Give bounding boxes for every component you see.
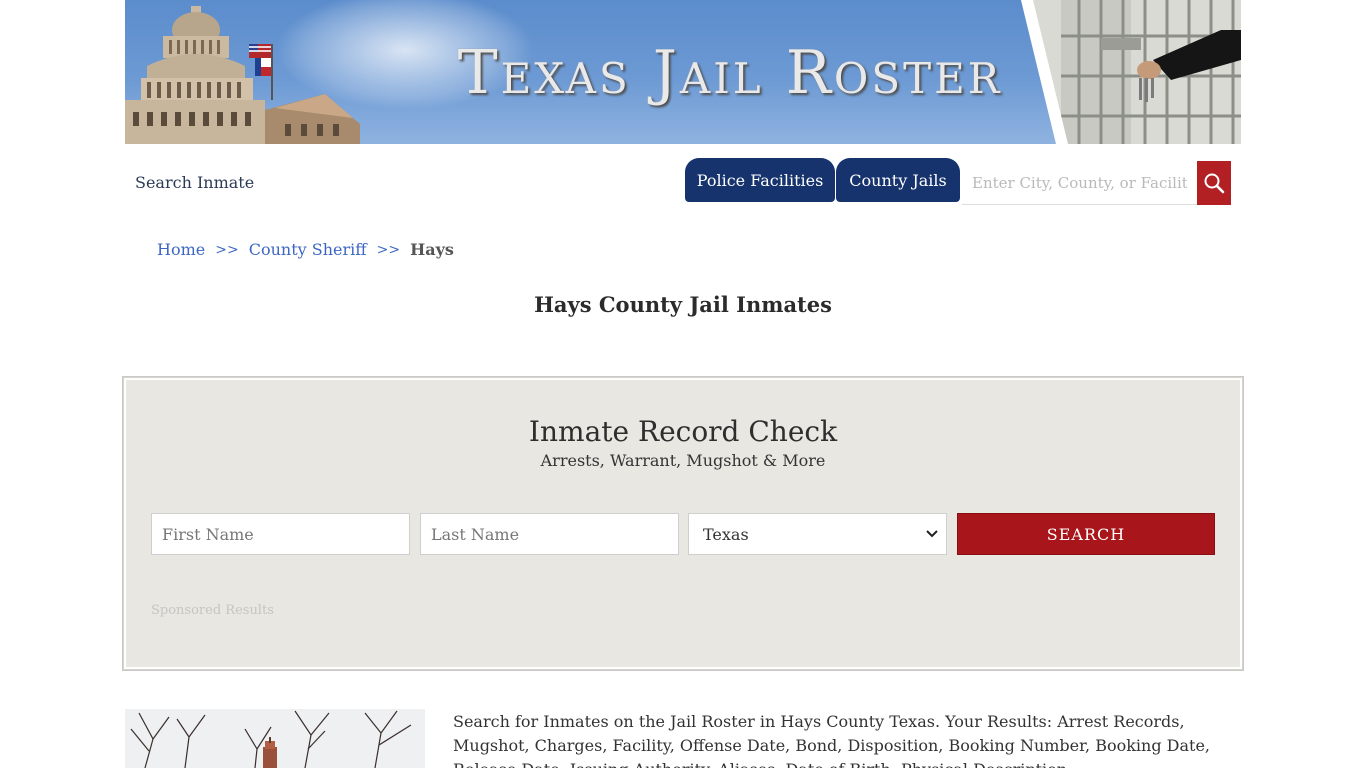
breadcrumb-county-sheriff[interactable]: County Sheriff xyxy=(249,240,367,259)
chevron-down-icon xyxy=(926,530,938,538)
county-building-image xyxy=(125,709,425,768)
state-select-value: Texas xyxy=(703,524,749,544)
search-inmate-link[interactable]: Search Inmate xyxy=(135,173,254,192)
banner-title: Texas Jail Roster xyxy=(457,38,1003,108)
header-banner: Texas Jail Roster xyxy=(125,0,1241,144)
breadcrumb-current: Hays xyxy=(410,240,454,259)
page-title: Hays County Jail Inmates xyxy=(534,292,832,317)
breadcrumb-separator: >> xyxy=(215,241,239,258)
record-check-subtitle: Arrests, Warrant, Mugshot & More xyxy=(540,451,826,470)
breadcrumb-home[interactable]: Home xyxy=(157,240,205,259)
breadcrumb: Home >> County Sheriff >> Hays xyxy=(157,240,454,259)
sponsored-results-label: Sponsored Results xyxy=(151,603,274,618)
tab-police-facilities[interactable]: Police Facilities xyxy=(685,158,835,202)
county-description: Search for Inmates on the Jail Roster in… xyxy=(453,712,1211,768)
last-name-field[interactable] xyxy=(420,513,679,555)
jail-door-image xyxy=(1021,0,1241,144)
search-icon xyxy=(1204,173,1225,194)
tab-county-jails[interactable]: County Jails xyxy=(836,158,960,202)
record-search-button[interactable]: SEARCH xyxy=(957,513,1215,555)
capitol-building-image xyxy=(125,6,360,144)
breadcrumb-separator: >> xyxy=(376,241,401,258)
facility-search-button[interactable] xyxy=(1197,161,1231,205)
facility-search-input[interactable] xyxy=(962,161,1197,205)
first-name-field[interactable] xyxy=(151,513,410,555)
record-check-title: Inmate Record Check xyxy=(528,415,838,448)
inmate-record-check-panel: Inmate Record Check Arrests, Warrant, Mu… xyxy=(122,376,1244,671)
state-select[interactable]: Texas xyxy=(688,513,947,555)
